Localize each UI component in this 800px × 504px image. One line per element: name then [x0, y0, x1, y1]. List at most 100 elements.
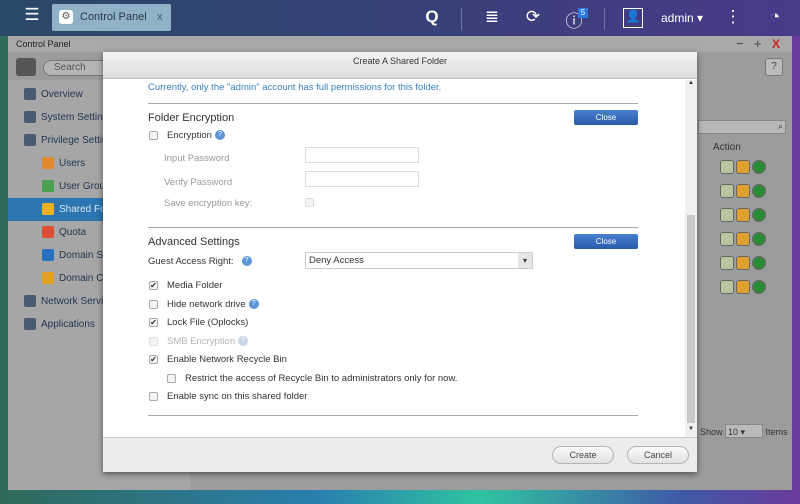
divider: [148, 227, 638, 228]
guest-access-label: Guest Access Right:?: [148, 256, 252, 267]
sidebar-icon: [42, 249, 54, 262]
edit-icon[interactable]: [720, 184, 734, 198]
layout-toggle-icon[interactable]: [16, 58, 36, 76]
option-checkbox[interactable]: ✔: [149, 318, 158, 327]
edit-icon[interactable]: [720, 208, 734, 222]
scrollbar[interactable]: ▲ ▼: [685, 80, 697, 437]
input-password-field[interactable]: [305, 147, 419, 163]
table-row: [720, 208, 780, 225]
permission-icon[interactable]: [736, 208, 750, 222]
option-checkbox[interactable]: [149, 299, 158, 309]
option-label: Enable sync on this shared folder: [167, 391, 307, 402]
input-password-label: Input Password: [164, 153, 230, 164]
option-label-text: Lock File (Oplocks): [167, 317, 249, 328]
guest-access-select[interactable]: Deny Access ▾: [305, 252, 533, 269]
maximize-button[interactable]: +: [754, 36, 762, 52]
sidebar-icon: [24, 88, 36, 101]
help-icon[interactable]: ?: [241, 256, 252, 267]
refresh-icon[interactable]: [752, 232, 766, 246]
more-icon[interactable]: ⋮: [721, 7, 745, 27]
scroll-down-icon[interactable]: ▼: [688, 426, 694, 432]
minimize-button[interactable]: −: [736, 36, 744, 52]
permission-icon[interactable]: [736, 256, 750, 270]
option-label: Media Folder: [167, 280, 222, 291]
refresh-icon[interactable]: [752, 160, 766, 174]
sidebar-icon: [24, 134, 36, 147]
dashboard-icon[interactable]: ◔: [763, 7, 787, 27]
verify-password-label: Verify Password: [164, 177, 233, 188]
encryption-close-button[interactable]: Close: [574, 110, 638, 125]
create-button[interactable]: Create: [552, 446, 614, 464]
tab-control-panel[interactable]: ⚙ Control Panel x: [52, 4, 171, 31]
create-shared-folder-dialog: Create A Shared Folder Currently, only t…: [103, 52, 697, 472]
page-size-value: 10: [728, 427, 739, 437]
chevron-down-icon: ▾: [518, 253, 532, 268]
refresh-icon[interactable]: [752, 256, 766, 270]
save-key-checkbox[interactable]: [305, 198, 314, 207]
sidebar-icon: [42, 226, 54, 239]
edit-icon[interactable]: [720, 232, 734, 246]
help-icon[interactable]: ?: [238, 335, 249, 346]
advanced-close-button[interactable]: Close: [574, 234, 638, 249]
pagination: Show 10 ▾ Items: [700, 424, 790, 439]
refresh-icon[interactable]: [752, 208, 766, 222]
top-bar: ☰ ⚙ Control Panel x Q ≣ ⟳ ⓘ 5 👤 admin ▾ …: [0, 0, 800, 36]
tasks-icon[interactable]: ≣: [480, 7, 504, 27]
close-window-button[interactable]: X: [772, 36, 780, 52]
help-icon[interactable]: ?: [214, 130, 225, 141]
option-checkbox[interactable]: [149, 392, 158, 401]
divider: [148, 103, 638, 104]
sidebar-item-label: Quota: [59, 227, 87, 238]
help-icon[interactable]: ?: [248, 298, 259, 309]
sidebar-item-label: Overview: [41, 89, 83, 100]
option-checkbox[interactable]: ✔: [149, 281, 158, 290]
encryption-checkbox[interactable]: [149, 131, 158, 140]
cancel-button[interactable]: Cancel: [627, 446, 689, 464]
option-checkbox[interactable]: [167, 373, 176, 383]
table-row: [720, 184, 780, 201]
user-menu[interactable]: admin ▾: [661, 11, 703, 25]
search-icon[interactable]: ⌕: [778, 121, 783, 132]
permission-icon[interactable]: [736, 232, 750, 246]
permission-icon[interactable]: [736, 184, 750, 198]
sidebar-icon: [24, 295, 36, 308]
save-key-label: Save encryption key:: [164, 198, 253, 209]
sidebar-icon: [24, 111, 36, 124]
option-checkbox[interactable]: ✔: [149, 355, 158, 364]
permission-icon[interactable]: [736, 280, 750, 294]
tab-label: Control Panel: [80, 11, 147, 23]
option-checkbox[interactable]: [149, 336, 158, 346]
table-row: [720, 256, 780, 273]
notification-badge: 5: [578, 8, 588, 18]
sidebar-icon: [42, 272, 54, 285]
items-label: Items: [765, 427, 788, 437]
permission-icon[interactable]: [736, 160, 750, 174]
dialog-footer: Create Cancel: [103, 437, 697, 472]
option-label-text: Enable Network Recycle Bin: [167, 354, 287, 365]
guest-access-value: Deny Access: [309, 255, 364, 266]
edit-icon[interactable]: [720, 256, 734, 270]
verify-password-field[interactable]: [305, 171, 419, 187]
edit-icon[interactable]: [720, 280, 734, 294]
sidebar-icon: [24, 318, 36, 331]
search-placeholder: Search: [54, 62, 86, 73]
scroll-up-icon[interactable]: ▲: [688, 80, 694, 86]
refresh-icon[interactable]: [752, 280, 766, 294]
help-button[interactable]: ?: [765, 58, 783, 76]
refresh-icon[interactable]: [752, 184, 766, 198]
permission-notice: Currently, only the "admin" account has …: [148, 82, 442, 93]
scrollbar-thumb[interactable]: [687, 215, 695, 423]
edit-icon[interactable]: [720, 160, 734, 174]
page-size-select[interactable]: 10 ▾: [725, 424, 764, 438]
option-label: Hide network drive?: [167, 299, 259, 310]
gear-icon: ⚙: [59, 10, 73, 24]
table-search-input[interactable]: ⌕: [698, 120, 786, 134]
search-icon[interactable]: Q: [420, 7, 444, 27]
guest-access-label-text: Guest Access Right:: [148, 256, 234, 267]
advanced-settings-heading: Advanced Settings: [148, 236, 240, 248]
user-icon[interactable]: 👤: [623, 8, 643, 28]
sync-icon[interactable]: ⟳: [521, 7, 545, 27]
option-label-text: Hide network drive: [167, 298, 246, 310]
menu-icon[interactable]: ☰: [20, 5, 44, 25]
tab-close-button[interactable]: x: [157, 4, 163, 31]
